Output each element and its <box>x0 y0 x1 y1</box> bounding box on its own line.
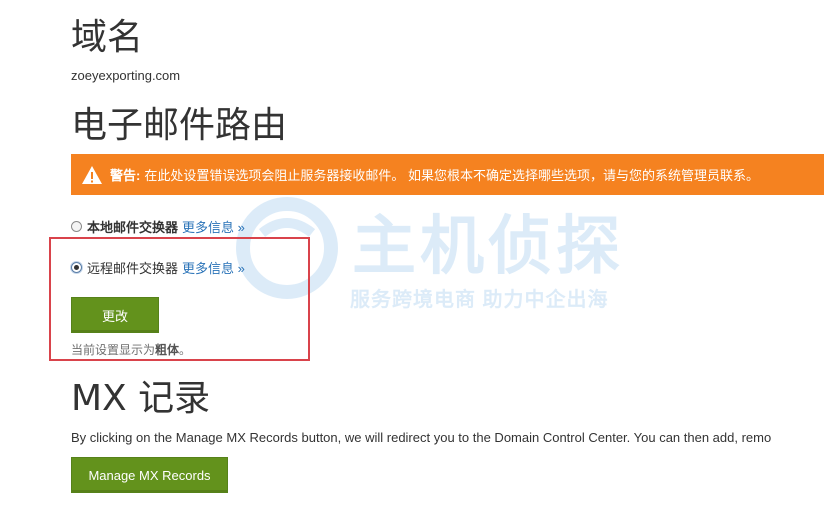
mx-records-heading: MX 记录 <box>71 378 211 419</box>
local-more-info-link[interactable]: 更多信息 » <box>182 217 245 236</box>
email-routing-heading: 电子邮件路由 <box>71 105 288 146</box>
highlight-box <box>49 237 310 361</box>
radio-option-local[interactable]: 本地邮件交换器 更多信息 » <box>71 217 245 236</box>
watermark-sub-text: 服务跨境电商 助力中企出海 <box>350 289 609 311</box>
local-radio-button[interactable] <box>71 221 82 232</box>
watermark-main-text: 主机侦探 <box>352 210 624 284</box>
mx-description: By clicking on the Manage MX Records but… <box>71 430 772 445</box>
warning-label: 警告: <box>110 168 141 183</box>
page: 域名 zoeyexporting.com 电子邮件路由 警告: 在此处设置错误选… <box>0 0 824 515</box>
local-radio-label[interactable]: 本地邮件交换器 <box>87 217 178 236</box>
warning-bar: 警告: 在此处设置错误选项会阻止服务器接收邮件。 如果您根本不确定选择哪些选项，… <box>71 154 824 195</box>
domain-heading: 域名 <box>71 17 144 58</box>
manage-mx-records-button[interactable]: Manage MX Records <box>71 457 228 493</box>
domain-name: zoeyexporting.com <box>71 68 181 83</box>
warning-icon <box>82 165 102 184</box>
warning-message: 在此处设置错误选项会阻止服务器接收邮件。 如果您根本不确定选择哪些选项，请与您的… <box>144 168 759 183</box>
